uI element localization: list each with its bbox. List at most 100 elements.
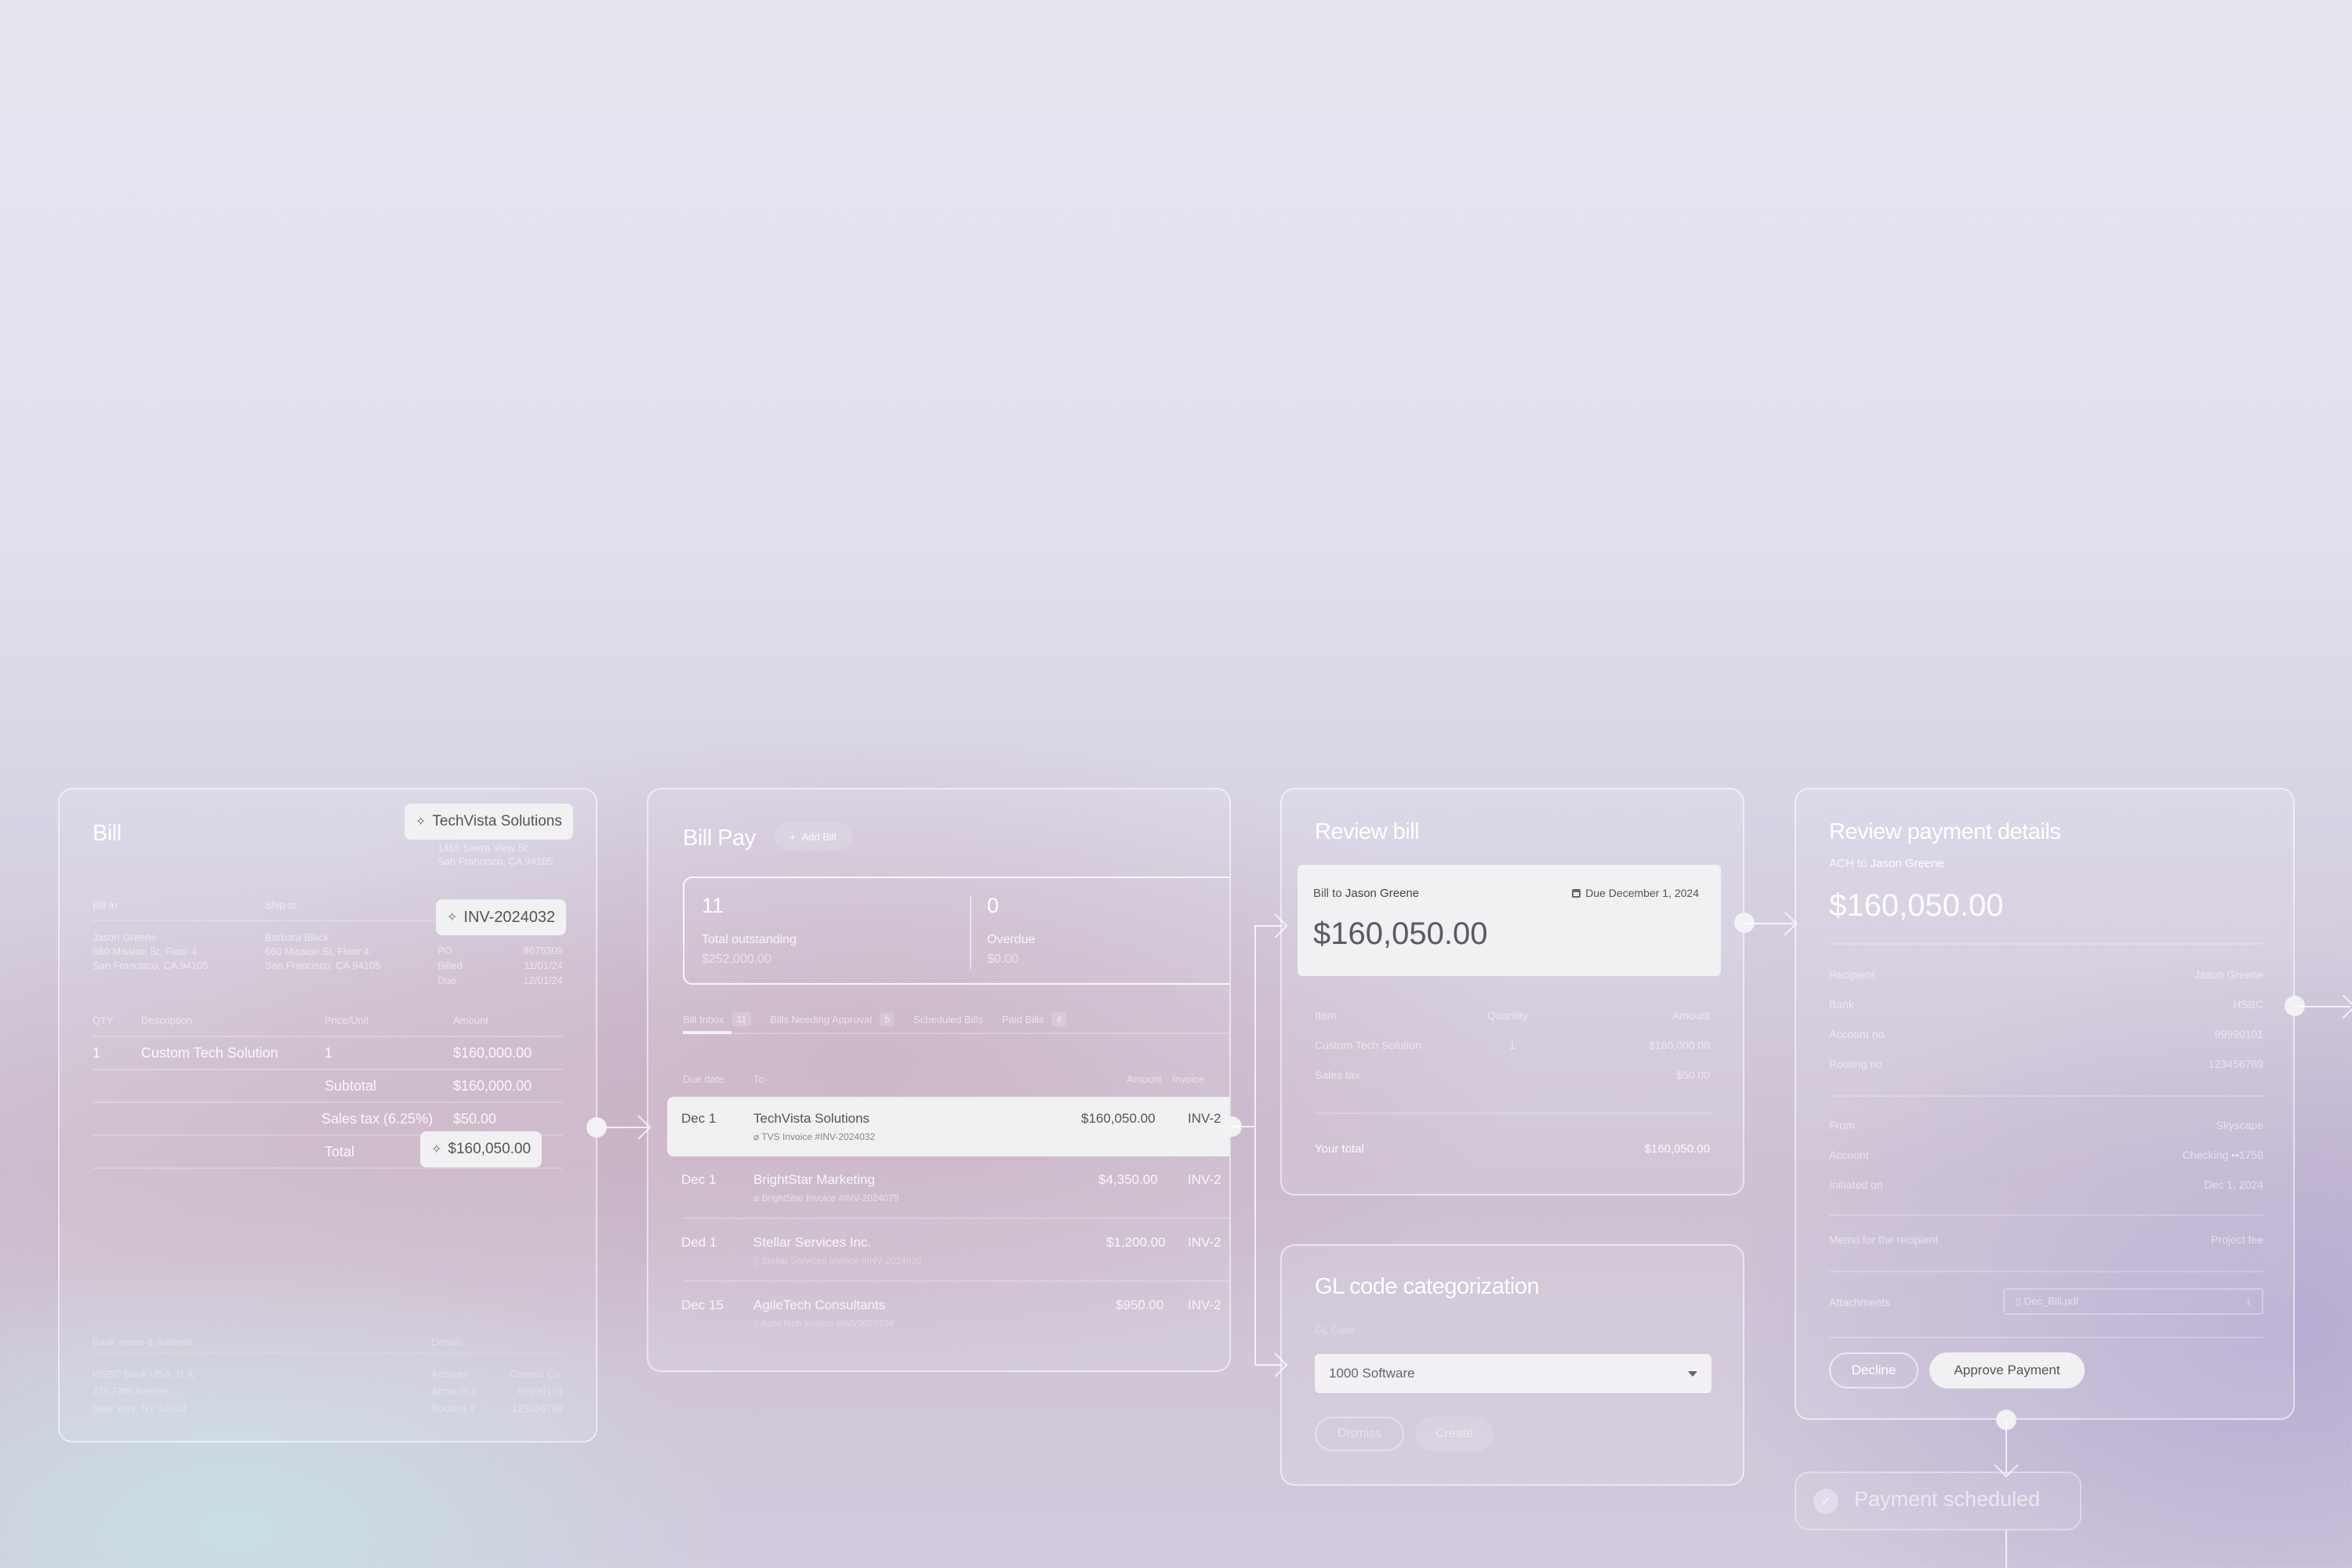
active-tab-indicator: [683, 1031, 731, 1034]
details-label: Details: [431, 1336, 463, 1348]
bill-pay-title: Bill Pay: [683, 826, 756, 851]
arrow-icon: [1773, 911, 1798, 936]
gl-code-label: GL Code: [1315, 1324, 1356, 1336]
total-label: Total: [325, 1144, 355, 1160]
plus-icon: +: [789, 830, 796, 843]
file-icon: ▯: [753, 1318, 759, 1329]
tab-paid[interactable]: Paid Bills 4: [1002, 1012, 1067, 1026]
tab-scheduled[interactable]: Scheduled Bills: [913, 1012, 983, 1026]
gl-code-title: GL code categorization: [1315, 1274, 1540, 1299]
detail-row: Account no. 99990101: [1829, 1028, 2263, 1040]
col-item: Item: [1315, 1009, 1337, 1022]
col-amount: Amount: [1671, 1009, 1710, 1022]
stats-panel: 11 Total outstanding $252,000.00 0 Overd…: [683, 877, 1229, 985]
review-amount: $160,050.00: [1313, 916, 1488, 951]
gl-code-select[interactable]: 1000 Software: [1315, 1354, 1711, 1393]
outstanding-count: 11: [702, 894, 724, 917]
ship-to-block: Barbara Black 660 Mission St, Floor 4 Sa…: [265, 931, 381, 971]
your-total-value: $160,050.00: [1644, 1142, 1710, 1156]
sparkle-icon: ✧: [447, 911, 458, 924]
chevron-down-icon: [1688, 1370, 1697, 1377]
detail-row: Initiated on Dec 1, 2024: [1829, 1178, 2263, 1191]
detail-row: Recipient Jason Greene: [1829, 968, 2263, 981]
review-bill-title: Review bill: [1315, 819, 1420, 844]
dismiss-button[interactable]: Dismiss: [1315, 1417, 1404, 1451]
bill-row[interactable]: Dec 15 AgileTech Consultants ▯ AgileTech…: [667, 1282, 1229, 1343]
vendor-address: 1465 Sierra View St San Francisco, CA 94…: [437, 842, 554, 867]
connector-line: [1254, 925, 1256, 1364]
sparkle-icon: ✧: [431, 1143, 442, 1156]
overdue-amount: $0.00: [987, 953, 1019, 966]
col-amount: Amount: [1127, 1073, 1162, 1085]
vendor-chip[interactable]: ✧ TechVista Solutions: [405, 804, 573, 840]
sparkle-icon: ✧: [416, 815, 426, 829]
col-amount: Amount: [453, 1014, 488, 1026]
bill-row[interactable]: Dec 1 TechVista Solutions ⌀ TVS Invoice …: [667, 1097, 1229, 1156]
add-bill-button[interactable]: + Add Bill: [774, 822, 852, 851]
detail-row: Routing no. 123456789: [1829, 1058, 2263, 1070]
col-quantity: Quantity: [1487, 1009, 1529, 1022]
invoice-chip[interactable]: ✧ INV-2024032: [436, 899, 567, 935]
bank-label: Bank name & address: [93, 1336, 193, 1348]
total-chip-value: $160,050.00: [448, 1141, 532, 1157]
check-circle-icon: ✓: [1813, 1489, 1838, 1514]
stats-divider: [970, 895, 971, 969]
bill-to-label: Bill to: [93, 899, 118, 911]
connector-line: [1231, 1126, 1254, 1127]
file-icon: ▯: [2016, 1295, 2022, 1307]
invoice-chip-label: INV-2024032: [463, 908, 556, 926]
bill-pay-card: Bill Pay + Add Bill 11 Total outstanding…: [647, 788, 1231, 1372]
memo-row: Memo for the recipient Project fee: [1829, 1233, 2263, 1246]
arrow-icon: [2331, 994, 2352, 1019]
subtotal-label: Subtotal: [325, 1078, 377, 1094]
connector-line: [2005, 1530, 2007, 1568]
detail-row: Bank HSBC: [1829, 998, 2263, 1011]
col-due: Due date: [683, 1073, 724, 1085]
gl-code-card: GL code categorization GL Code 1000 Soft…: [1280, 1244, 1744, 1486]
decline-button[interactable]: Decline: [1829, 1352, 1918, 1388]
overdue-count: 0: [987, 894, 1000, 917]
bill-summary: Bill to Jason Greene Due December 1, 202…: [1298, 865, 1721, 976]
approve-payment-button[interactable]: Approve Payment: [1929, 1352, 2085, 1388]
paperclip-icon: ⌀: [753, 1192, 760, 1203]
tax-value: $50.00: [453, 1111, 497, 1127]
outstanding-amount: $252,000.00: [702, 953, 771, 966]
tab-bill-inbox[interactable]: Bill Inbox 11: [683, 1012, 752, 1026]
download-icon[interactable]: ⤓: [2246, 1295, 2251, 1308]
tax-label: Sales tax (6.25%): [321, 1111, 434, 1127]
bill-tabs: Bill Inbox 11 Bills Needing Approval 5 Sch…: [683, 1012, 1085, 1026]
connector-node: [586, 1117, 607, 1138]
bill-row[interactable]: Ded 1 Stellar Services Inc. ▯ Stellar Se…: [667, 1219, 1229, 1280]
payment-details-card: Review payment details ACH to Jason Gree…: [1795, 788, 2295, 1420]
file-icon: ▯: [753, 1255, 759, 1266]
bill-card: Bill ✧ TechVista Solutions 1465 Sierra V…: [58, 788, 597, 1443]
col-invoice: Invoice: [1172, 1073, 1205, 1085]
tab-needing-approval[interactable]: Bills Needing Approval 5: [770, 1012, 895, 1026]
attachment-file[interactable]: ▯ Dec_Bill.pdf ⤓: [2003, 1288, 2263, 1315]
review-bill-card: Review bill Bill to Jason Greene Due Dec…: [1280, 788, 1744, 1196]
vendor-chip-label: TechVista Solutions: [432, 813, 562, 829]
subtotal-value: $160,000.00: [453, 1078, 532, 1094]
bill-to-block: Jason Greene 660 Mission St, Floor 4 San…: [93, 931, 209, 971]
col-description: Description: [141, 1014, 193, 1026]
bill-meta: PO 8675309 Billed 11/01/24 Due 12/01/24: [437, 945, 563, 986]
attachments-label: Attachments: [1829, 1296, 1890, 1308]
payment-title: Review payment details: [1829, 819, 2061, 844]
bank-details: Account Cosmic Co. Account #99990101 Rout…: [431, 1368, 563, 1414]
bill-title: Bill: [93, 821, 122, 846]
payment-scheduled-status: ✓ Payment scheduled: [1795, 1472, 2082, 1530]
bill-row[interactable]: Dec 1 BrightStar Marketing ⌀ BrightStar …: [667, 1156, 1229, 1218]
col-to: To: [753, 1073, 764, 1085]
payment-amount: $160,050.00: [1829, 888, 2004, 923]
paperclip-icon: ⌀: [753, 1131, 760, 1142]
create-button[interactable]: Create: [1415, 1417, 1494, 1451]
calendar-icon: [1572, 888, 1581, 898]
outstanding-label: Total outstanding: [702, 933, 797, 946]
detail-row: Account Checking ••1758: [1829, 1149, 2263, 1161]
your-total-label: Your total: [1315, 1142, 1364, 1156]
detail-row: From Skyscape: [1829, 1119, 2263, 1131]
bank-address: HSBC Bank USA, N.A. 425 Fifth Avenue New…: [93, 1368, 197, 1414]
col-qty: QTY: [93, 1014, 114, 1026]
total-chip[interactable]: ✧ $160,050.00: [420, 1131, 543, 1167]
col-price: Price/Unit: [325, 1014, 369, 1026]
